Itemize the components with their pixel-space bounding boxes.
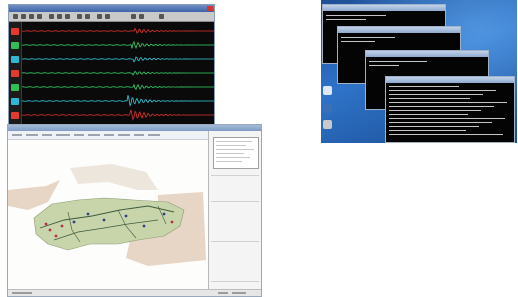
toolbar-icon[interactable]: [29, 14, 34, 19]
channel-tag-icon[interactable]: [11, 28, 19, 35]
console-text-line: [389, 94, 483, 95]
station-marker[interactable]: [60, 224, 64, 228]
toolbar-icon[interactable]: [49, 14, 54, 19]
toolbar-icon[interactable]: [13, 14, 18, 19]
station-marker[interactable]: [72, 220, 76, 224]
channel-tag-icon[interactable]: [11, 56, 19, 63]
channel-sidebar: [9, 22, 22, 124]
console-text-line: [389, 118, 505, 119]
station-marker[interactable]: [102, 218, 106, 222]
console-text-line: [389, 98, 470, 99]
menu-item[interactable]: [104, 134, 114, 136]
toolbar-icon[interactable]: [85, 14, 90, 19]
desktop-screenshot: [321, 0, 517, 143]
console-text-line: [389, 110, 481, 111]
console-text-line: [389, 122, 492, 123]
channel-tag-icon[interactable]: [11, 70, 19, 77]
toolbar-icon[interactable]: [21, 14, 26, 19]
toolbar-icon[interactable]: [65, 14, 70, 19]
station-marker[interactable]: [48, 228, 52, 232]
seismic-trace: [22, 56, 214, 63]
region-map[interactable]: [8, 140, 208, 291]
seismic-trace: [22, 27, 214, 34]
desktop-app-icon[interactable]: [323, 104, 332, 113]
map-status-bar: [8, 289, 261, 296]
menu-item[interactable]: [148, 134, 160, 136]
channel-tag-icon[interactable]: [11, 42, 19, 49]
console-text-line: [389, 114, 468, 115]
toolbar-icon[interactable]: [159, 14, 164, 19]
seismic-trace: [22, 40, 214, 50]
console-text-line: [389, 102, 507, 103]
command-prompt-window[interactable]: [385, 76, 515, 143]
station-marker[interactable]: [44, 222, 48, 226]
channel-tag-icon[interactable]: [11, 112, 19, 119]
seismic-trace: [22, 95, 214, 107]
toolbar-icon[interactable]: [37, 14, 42, 19]
console-text-line: [389, 126, 479, 127]
channel-tag-icon[interactable]: [11, 98, 19, 105]
console-text-line: [389, 106, 494, 107]
seismic-trace: [22, 109, 214, 122]
toolbar-icon[interactable]: [131, 14, 136, 19]
map-app-window: [7, 124, 262, 297]
station-marker[interactable]: [170, 220, 174, 224]
toolbar-icon[interactable]: [139, 14, 144, 19]
seismic-trace: [22, 70, 214, 76]
toolbar-icon[interactable]: [57, 14, 62, 19]
station-marker[interactable]: [86, 212, 90, 216]
menu-item[interactable]: [134, 134, 144, 136]
desktop-app-icon[interactable]: [323, 86, 332, 95]
station-marker[interactable]: [162, 212, 166, 216]
channel-tag-icon[interactable]: [11, 84, 19, 91]
station-marker[interactable]: [124, 214, 128, 218]
seismic-toolbar: [9, 12, 214, 22]
menu-item[interactable]: [88, 134, 100, 136]
toolbar-icon[interactable]: [105, 14, 110, 19]
station-marker[interactable]: [54, 234, 58, 238]
menu-item[interactable]: [42, 134, 52, 136]
seismic-trace: [22, 83, 214, 91]
menu-item[interactable]: [56, 134, 70, 136]
console-text-line: [389, 130, 466, 131]
window-close-icon[interactable]: [207, 6, 213, 11]
station-marker[interactable]: [142, 224, 146, 228]
seismic-viewer-window: [8, 4, 215, 125]
toolbar-icon[interactable]: [97, 14, 102, 19]
console-text-line: [389, 90, 496, 91]
console-text-line: [389, 86, 459, 87]
seismic-title-bar: [9, 5, 214, 12]
menu-item[interactable]: [74, 134, 84, 136]
menu-item[interactable]: [26, 134, 38, 136]
layers-panel: [208, 131, 261, 290]
toolbar-icon[interactable]: [77, 14, 82, 19]
console-text-line: [389, 134, 503, 135]
layer-list[interactable]: [213, 137, 259, 169]
menu-item[interactable]: [118, 134, 130, 136]
waveform-plot: [22, 27, 214, 122]
desktop-app-icon[interactable]: [323, 120, 332, 129]
menu-item[interactable]: [12, 134, 22, 136]
